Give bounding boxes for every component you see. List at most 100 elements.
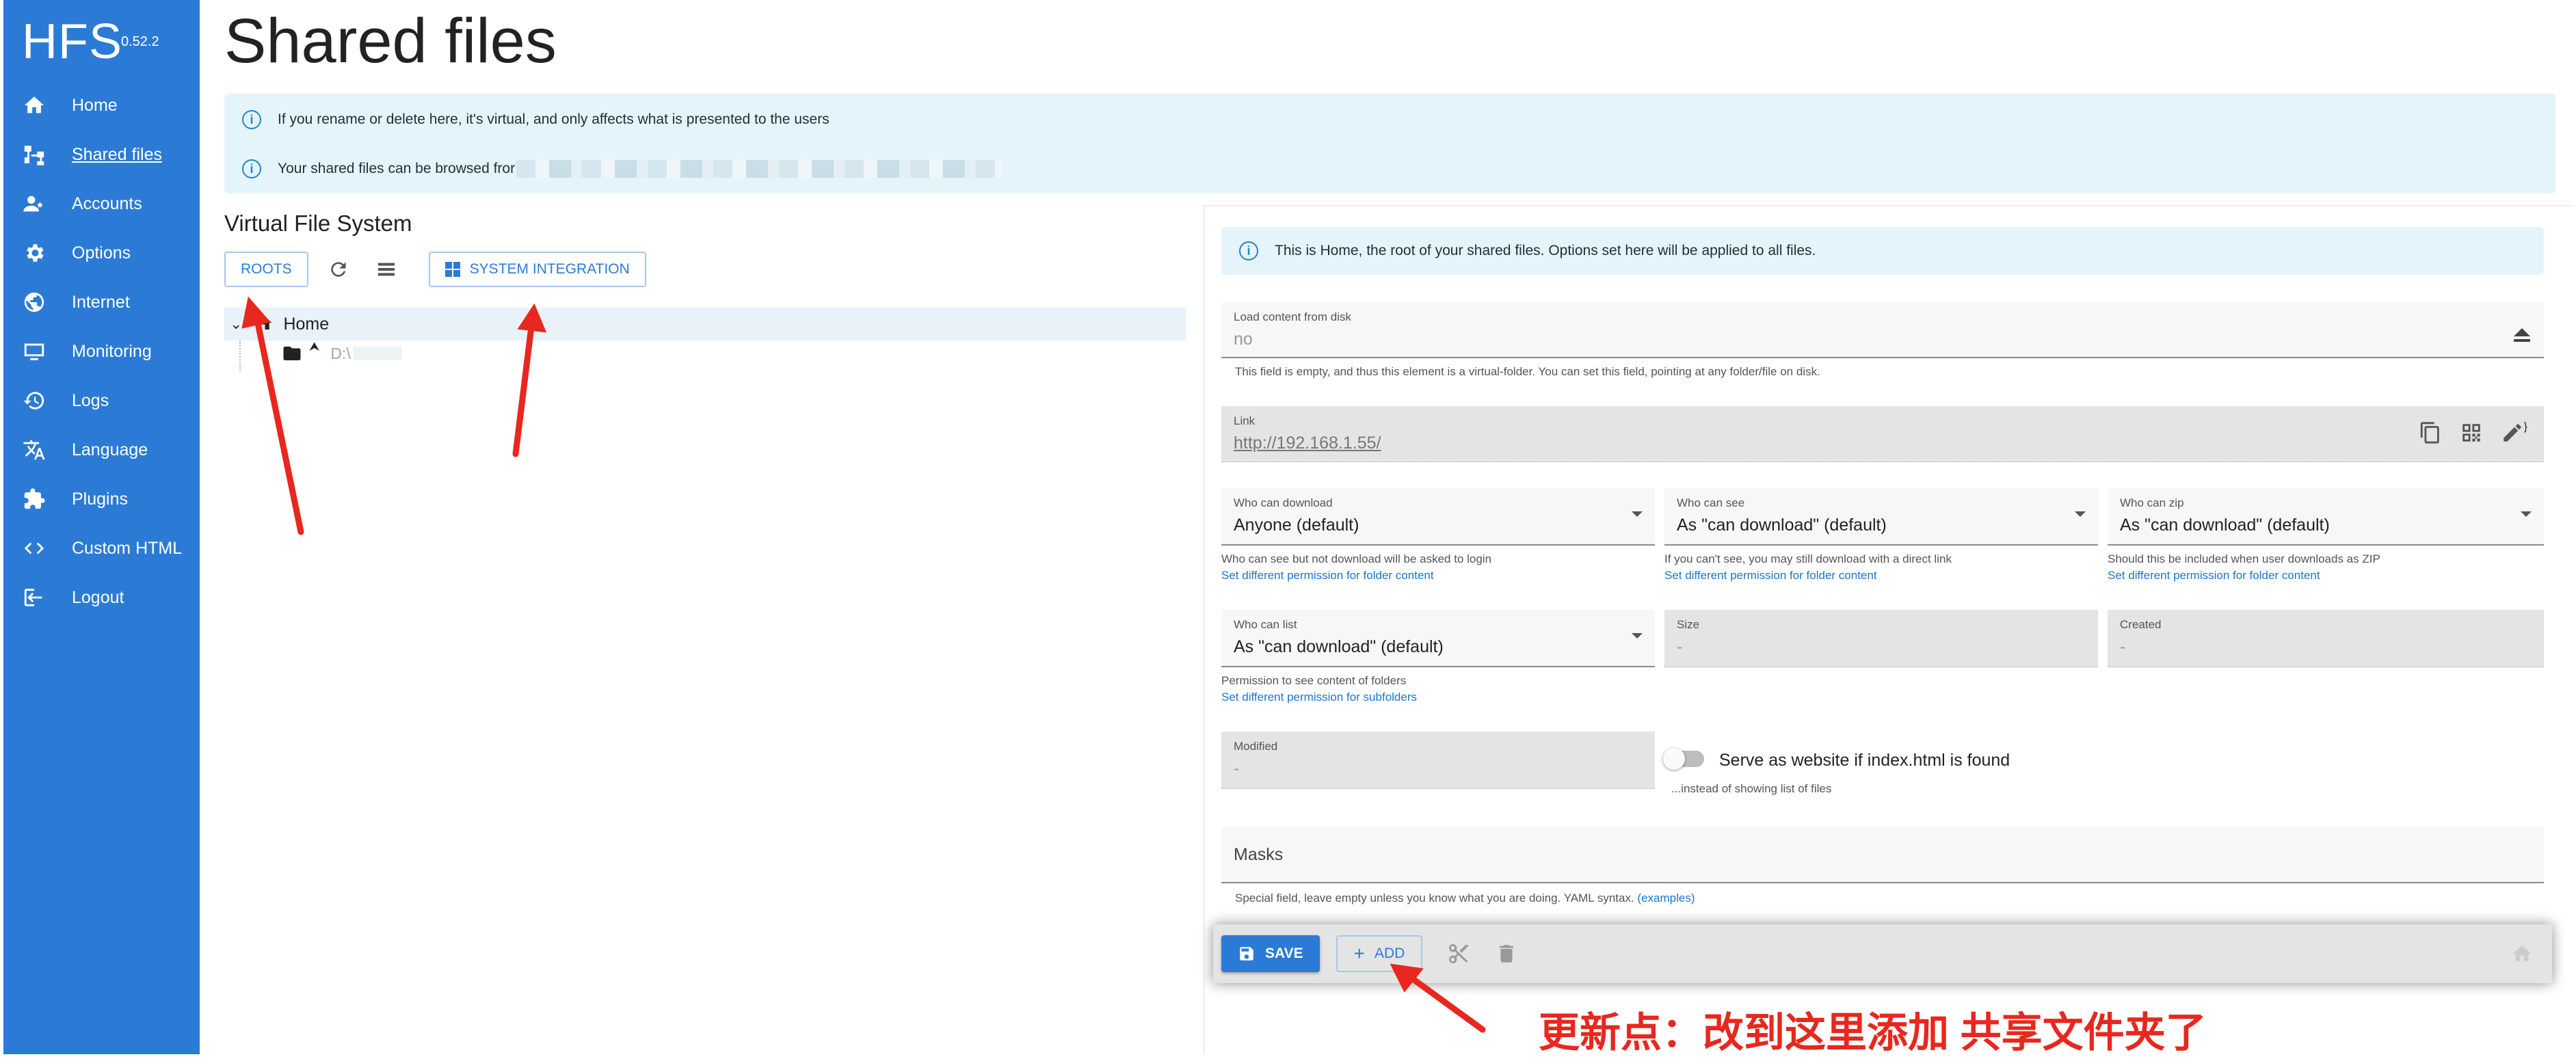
sidebar-item-internet[interactable]: Internet [3, 278, 200, 327]
sidebar-item-label: Logs [72, 390, 109, 410]
download-permission-link[interactable]: Set different permission for folder cont… [1221, 569, 1434, 582]
sidebar-item-label: Internet [72, 292, 130, 312]
field-value: As "can download" (default) [1234, 637, 1444, 656]
subfolder-permission-link[interactable]: Set different permission for subfolders [1221, 691, 1417, 704]
code-icon [24, 542, 44, 554]
sidebar: HFS 0.52.2 Home Shared files Accounts Op… [3, 0, 200, 1054]
size-field: Size - [1664, 610, 2098, 667]
sidebar-item-plugins[interactable]: Plugins [3, 474, 200, 524]
zip-permission-link[interactable]: Set different permission for folder cont… [2108, 569, 2320, 582]
delete-icon[interactable] [1495, 942, 1518, 965]
home-icon [2512, 946, 2532, 961]
sidebar-item-options[interactable]: Options [3, 228, 200, 278]
who-can-list-helper: Permission to see content of folders [1221, 674, 1407, 687]
translate-icon [23, 440, 45, 460]
app-logo: HFS [22, 14, 122, 69]
reload-button[interactable] [321, 252, 356, 287]
sidebar-item-custom-html[interactable]: Custom HTML [3, 524, 200, 573]
who-can-download-helper: Who can see but not download will be ask… [1221, 552, 1492, 565]
sidebar-item-label: Monitoring [72, 341, 152, 361]
edit-icon[interactable] [2501, 421, 2524, 444]
tree-node-drive[interactable]: ⮝ D:\ [282, 340, 401, 364]
link-value[interactable]: http://192.168.1.55/ [1234, 433, 1381, 453]
chevron-down-icon [2075, 511, 2086, 517]
vfs-title: Virtual File System [224, 211, 412, 236]
chevron-down-icon [2521, 511, 2532, 517]
tree-node-home[interactable]: ⌄ Home [224, 308, 1186, 340]
chevron-down-icon [1632, 633, 1643, 639]
logout-icon [24, 589, 42, 606]
roots-button[interactable]: ROOTS [224, 252, 308, 287]
sidebar-item-label: Language [72, 440, 148, 459]
chevron-down-icon[interactable]: ⌄ [230, 315, 242, 333]
redacted-path [353, 347, 401, 360]
refresh-icon [330, 262, 346, 277]
accounts-icon [23, 196, 43, 212]
sidebar-item-monitoring[interactable]: Monitoring [3, 327, 200, 376]
tree-node-label: Home [283, 314, 330, 334]
who-can-zip-helper: Should this be included when user downlo… [2108, 552, 2380, 565]
sidebar-item-label: Logout [72, 587, 124, 607]
main-content: Shared files i If you rename or delete h… [200, 0, 2576, 1054]
add-button[interactable]: + ADD [1336, 935, 1423, 972]
folder-icon [283, 347, 301, 360]
info-text-rename: If you rename or delete here, it's virtu… [278, 111, 829, 127]
masks-field[interactable]: Masks [1221, 827, 2544, 883]
sidebar-item-language[interactable]: Language [3, 425, 200, 474]
list-view-button[interactable] [369, 252, 404, 287]
save-button[interactable]: SAVE [1221, 935, 1320, 972]
qr-code-icon[interactable] [2460, 421, 2483, 444]
serve-website-switch[interactable] [1663, 748, 1704, 770]
cut-icon[interactable] [1447, 942, 1470, 965]
info-box: i If you rename or delete here, it's vir… [224, 94, 2555, 193]
tree-connector [239, 340, 241, 371]
load-content-field[interactable]: Load content from disk no [1221, 302, 2544, 358]
link-field: Link http://192.168.1.55/ } [1221, 406, 2544, 462]
see-permission-link[interactable]: Set different permission for folder cont… [1664, 569, 1877, 582]
sidebar-item-label: Options [72, 243, 131, 263]
serve-website-helper: ...instead of showing list of files [1671, 782, 1832, 795]
field-value: As "can download" (default) [2120, 515, 2330, 535]
created-field: Created - [2108, 610, 2544, 667]
plus-icon: + [1353, 943, 1365, 964]
panel-info-text: This is Home, the root of your shared fi… [1275, 243, 1816, 258]
field-value: - [1677, 637, 1683, 656]
info-text-browse: Your shared files can be browsed fror [278, 161, 516, 176]
save-label: SAVE [1265, 946, 1303, 961]
list-icon [377, 263, 395, 276]
sidebar-item-home[interactable]: Home [3, 81, 200, 130]
who-can-download-select[interactable]: Who can download Anyone (default) [1221, 488, 1655, 546]
field-label: Who can zip [2120, 496, 2184, 509]
examples-link[interactable]: (examples) [1637, 892, 1695, 904]
who-can-see-helper: If you can't see, you may still download… [1664, 552, 1952, 565]
system-integration-button[interactable]: SYSTEM INTEGRATION [428, 252, 646, 287]
sidebar-item-label: Accounts [72, 193, 142, 213]
field-label: Link [1234, 414, 1256, 427]
field-label: Who can download [1234, 496, 1333, 509]
field-value: - [2120, 637, 2126, 656]
who-can-see-select[interactable]: Who can see As "can download" (default) [1664, 488, 2098, 546]
sidebar-item-label: Custom HTML [72, 538, 183, 558]
masks-helper-text: Special field, leave empty unless you kn… [1235, 892, 1634, 904]
sidebar-item-label: Plugins [72, 489, 128, 509]
info-icon: i [1239, 241, 1258, 260]
copy-icon[interactable] [2419, 421, 2442, 444]
field-label: Size [1677, 618, 1700, 631]
globe-icon [24, 292, 44, 312]
info-icon: i [242, 110, 261, 129]
field-value: - [1234, 759, 1240, 778]
sidebar-item-shared-files[interactable]: Shared files [3, 130, 200, 179]
save-icon [1240, 947, 1253, 961]
field-label: Who can list [1234, 618, 1297, 631]
vfs-toolbar: ROOTS SYSTEM INTEGRATION [224, 252, 646, 287]
who-can-zip-select[interactable]: Who can zip As "can download" (default) [2108, 488, 2544, 546]
field-value: Anyone (default) [1234, 515, 1359, 535]
sidebar-item-logs[interactable]: Logs [3, 376, 200, 425]
sidebar-item-accounts[interactable]: Accounts [3, 179, 200, 228]
field-label: Masks [1234, 845, 1284, 864]
history-icon [23, 392, 44, 410]
eject-icon[interactable] [2514, 328, 2530, 342]
who-can-list-select[interactable]: Who can list As "can download" (default) [1221, 610, 1655, 667]
home-icon [253, 312, 274, 336]
sidebar-item-logout[interactable]: Logout [3, 573, 200, 622]
